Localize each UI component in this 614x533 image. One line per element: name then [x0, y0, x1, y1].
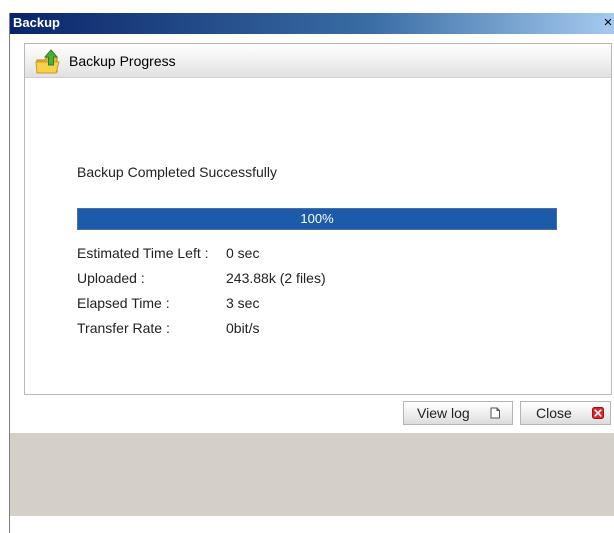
panel-title: Backup Progress	[69, 53, 176, 69]
backup-progress-panel: Backup Progress Backup Completed Success…	[24, 43, 612, 395]
close-label: Close	[536, 405, 572, 421]
window-title: Backup	[13, 15, 60, 30]
status-message: Backup Completed Successfully	[77, 164, 277, 180]
folder-upload-icon	[35, 49, 60, 74]
detail-value: 0 sec	[226, 245, 260, 261]
view-log-label: View log	[417, 405, 470, 421]
panel-header: Backup Progress	[25, 44, 611, 78]
detail-value: 0bit/s	[226, 320, 260, 336]
title-bar[interactable]: Backup ×	[10, 13, 614, 34]
footer-area	[10, 433, 614, 516]
detail-value: 3 sec	[226, 295, 260, 311]
detail-label: Elapsed Time :	[77, 295, 170, 311]
document-icon	[490, 407, 500, 419]
progress-bar: 100%	[77, 208, 557, 230]
close-red-icon	[592, 407, 604, 419]
detail-label: Transfer Rate :	[77, 320, 170, 336]
progress-percent-label: 100%	[300, 211, 334, 226]
close-button[interactable]: Close	[520, 401, 611, 425]
window-close-icon[interactable]: ×	[601, 15, 614, 31]
view-log-button[interactable]: View log	[403, 401, 513, 425]
backup-dialog: Backup × Backup Progress Backup Complete…	[9, 13, 614, 533]
detail-label: Estimated Time Left :	[77, 245, 209, 261]
detail-label: Uploaded :	[77, 270, 145, 286]
detail-value: 243.88k (2 files)	[226, 270, 326, 286]
